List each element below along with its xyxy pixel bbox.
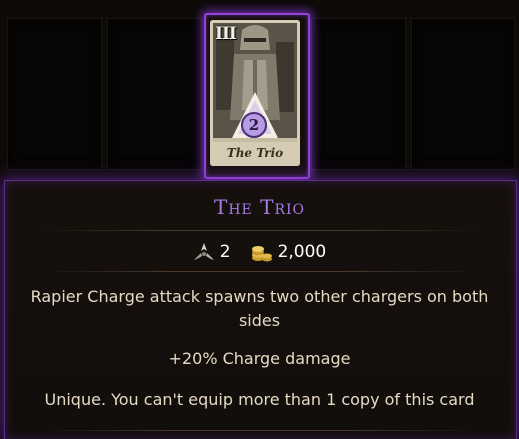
card-stats-row: 2 2,000 [0, 238, 519, 266]
card-restriction: Unique. You can't equip more than 1 copy… [44, 390, 475, 409]
card-name-label: The Trio [226, 146, 284, 160]
divider [40, 271, 479, 272]
star-cost-value: 2 [219, 242, 231, 262]
divider [40, 230, 479, 231]
card-bonus: +20% Charge damage [168, 349, 351, 368]
card-slot-empty[interactable] [411, 18, 515, 170]
divider [40, 430, 479, 431]
card-slot-empty[interactable] [311, 18, 406, 170]
tri-star-icon [193, 243, 214, 260]
card-slot-empty[interactable] [107, 18, 202, 170]
card-description: Rapier Charge attack spawns two other ch… [30, 287, 489, 330]
card-title: The Trio [213, 195, 305, 219]
card-cost-badge: 2 [241, 112, 267, 138]
card-rank-numeral: III [215, 24, 237, 44]
selected-card-the-trio[interactable]: III 2 The Trio [210, 20, 300, 166]
gold-cost-value: 2,000 [277, 242, 327, 262]
gold-coins-icon [251, 246, 272, 262]
card-slot-empty[interactable] [7, 18, 102, 170]
